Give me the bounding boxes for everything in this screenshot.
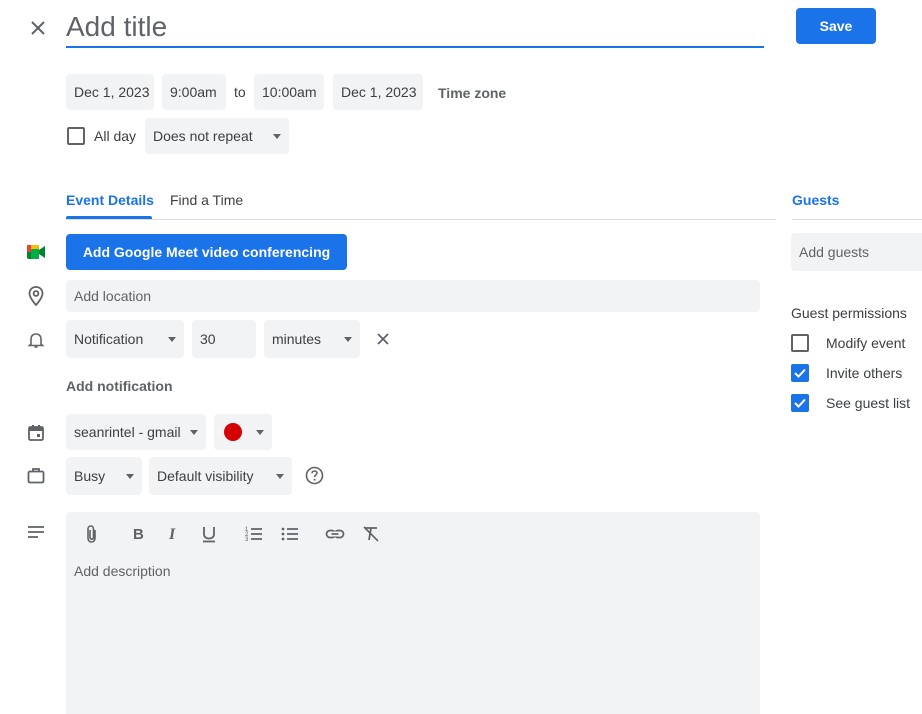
numbered-list-icon[interactable]: 123 (244, 524, 264, 544)
start-date: Dec 1, 2023 (74, 84, 150, 100)
calendar-icon (27, 424, 45, 442)
notification-type: Notification (74, 331, 144, 347)
busy-value: Busy (74, 468, 106, 484)
start-date-chip[interactable]: Dec 1, 2023 (66, 74, 154, 110)
clear-formatting-icon[interactable] (361, 524, 381, 544)
guests-divider (792, 219, 922, 220)
bulleted-list-icon[interactable] (280, 524, 300, 544)
repeat-select[interactable]: Does not repeat (145, 118, 289, 154)
see-guest-list-checkbox[interactable] (791, 394, 809, 412)
chevron-down-icon (126, 473, 134, 479)
underline-icon[interactable] (199, 524, 219, 544)
modify-event-label: Modify event (826, 335, 906, 351)
description-placeholder: Add description (74, 563, 171, 579)
see-guest-list-label: See guest list (826, 395, 911, 411)
notification-unit: minutes (272, 331, 322, 347)
attachment-icon[interactable] (82, 524, 102, 544)
svg-text:I: I (168, 526, 176, 543)
italic-icon[interactable]: I (163, 524, 183, 544)
allday-checkbox[interactable] (67, 127, 85, 145)
start-time-chip[interactable]: 9:00am (162, 74, 226, 110)
calendar-select[interactable]: seanrintel - gmail (66, 414, 206, 450)
chevron-down-icon (190, 429, 198, 435)
location-input[interactable]: Add location (66, 280, 760, 312)
chevron-down-icon (276, 473, 284, 479)
end-date-chip[interactable]: Dec 1, 2023 (333, 74, 423, 110)
bold-icon[interactable]: B (128, 524, 148, 544)
link-icon[interactable] (325, 524, 345, 544)
notification-unit-select[interactable]: minutes (264, 320, 360, 358)
timezone-link[interactable]: Time zone (438, 85, 506, 101)
chevron-down-icon (273, 133, 281, 139)
repeat-value: Does not repeat (153, 128, 253, 144)
notification-amount-input[interactable]: 30 (192, 320, 256, 358)
briefcase-icon (27, 467, 45, 484)
calendar-name: seanrintel - gmail (74, 424, 181, 440)
description-icon (27, 525, 45, 539)
tab-event-details[interactable]: Event Details (66, 192, 154, 208)
visibility-select[interactable]: Default visibility (149, 457, 292, 495)
visibility-value: Default visibility (157, 468, 254, 484)
end-time-chip[interactable]: 10:00am (254, 74, 324, 110)
add-guests-placeholder: Add guests (799, 244, 870, 260)
end-time: 10:00am (262, 84, 317, 100)
close-icon[interactable] (28, 18, 48, 38)
chevron-down-icon (168, 336, 176, 342)
help-icon[interactable] (305, 466, 324, 485)
location-placeholder: Add location (74, 288, 152, 304)
invite-others-label: Invite others (826, 365, 903, 381)
title-input[interactable] (66, 8, 764, 48)
notification-amount: 30 (200, 331, 216, 347)
svg-text:3: 3 (245, 537, 249, 543)
event-color-swatch (224, 423, 242, 441)
google-meet-icon (26, 243, 46, 261)
chevron-down-icon (344, 336, 352, 342)
invite-others-checkbox[interactable] (791, 364, 809, 382)
end-date: Dec 1, 2023 (341, 84, 417, 100)
to-label: to (234, 84, 246, 100)
add-notification-link[interactable]: Add notification (66, 378, 173, 394)
start-time: 9:00am (170, 84, 217, 100)
guest-permissions-title: Guest permissions (791, 305, 907, 321)
add-guests-input[interactable]: Add guests (791, 233, 922, 271)
tabs-divider (66, 219, 776, 220)
location-pin-icon (27, 286, 45, 306)
notification-type-select[interactable]: Notification (66, 320, 184, 358)
save-button[interactable]: Save (796, 8, 876, 44)
remove-notification-icon[interactable] (375, 331, 391, 347)
bell-icon (27, 331, 45, 349)
meet-button[interactable]: Add Google Meet video conferencing (66, 234, 347, 270)
tab-guests[interactable]: Guests (792, 192, 839, 208)
event-color-select[interactable] (214, 414, 272, 450)
svg-text:B: B (133, 526, 144, 543)
allday-label: All day (94, 128, 137, 144)
chevron-down-icon (256, 429, 264, 435)
busy-select[interactable]: Busy (66, 457, 142, 495)
modify-event-checkbox[interactable] (791, 334, 809, 352)
tab-find-time[interactable]: Find a Time (170, 192, 243, 208)
